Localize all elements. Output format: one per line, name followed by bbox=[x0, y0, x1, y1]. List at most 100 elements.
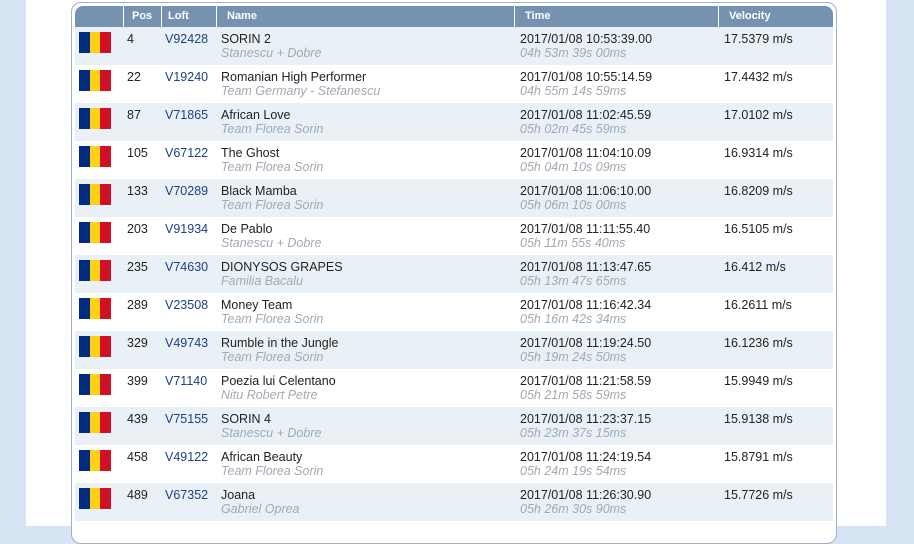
flag-stripe-yellow bbox=[89, 298, 101, 319]
flag-stripe-blue bbox=[79, 450, 90, 471]
arrival-time: 2017/01/08 11:19:24.50 bbox=[520, 336, 652, 350]
romania-flag-icon bbox=[79, 450, 112, 471]
page-container: Pos Loft Name Time Velocity 4 V92428 SORIN… bbox=[26, 0, 886, 544]
flag-stripe-blue bbox=[79, 70, 90, 91]
time-cell: 2017/01/08 10:53:39.00 04h 53m 39s 00ms bbox=[514, 27, 718, 65]
pigeon-name: DIONYSOS GRAPES bbox=[221, 260, 343, 274]
table-row[interactable]: 399 V71140 Poezia lui Celentano Nitu Robert… bbox=[75, 369, 833, 407]
velocity-cell: 15.9949 m/s bbox=[724, 374, 793, 388]
position-cell: 22 bbox=[127, 70, 141, 84]
loft-link[interactable]: V70289 bbox=[161, 179, 216, 217]
table-row[interactable]: 329 V49743 Rumble in the Jungle Team Florea… bbox=[75, 331, 833, 369]
flag-cell bbox=[75, 293, 123, 331]
flag-stripe-blue bbox=[79, 336, 90, 357]
loft-link[interactable]: V74630 bbox=[161, 255, 216, 293]
time-cell: 2017/01/08 11:04:10.09 05h 04m 10s 09ms bbox=[514, 141, 718, 179]
flag-stripe-blue bbox=[79, 298, 90, 319]
flight-duration: 04h 53m 39s 00ms bbox=[520, 46, 627, 60]
flag-stripe-red bbox=[100, 32, 112, 53]
loft-link[interactable]: V49122 bbox=[161, 445, 216, 483]
table-row[interactable]: 87 V71865 African Love Team Florea Sorin 201… bbox=[75, 103, 833, 141]
pigeon-name: Money Team bbox=[221, 298, 293, 312]
team-name: Team Florea Sorin bbox=[221, 350, 324, 364]
flag-stripe-red bbox=[100, 412, 112, 433]
romania-flag-icon bbox=[79, 336, 112, 357]
name-cell: The Ghost Team Florea Sorin bbox=[216, 141, 514, 179]
position-cell: 203 bbox=[127, 222, 148, 236]
table-row[interactable]: 4 V92428 SORIN 2 Stanescu + Dobre 2017/01/08… bbox=[75, 27, 833, 65]
flag-stripe-blue bbox=[79, 32, 90, 53]
flag-stripe-yellow bbox=[89, 260, 101, 281]
table-row[interactable]: 105 V67122 The Ghost Team Florea Sorin 2017/… bbox=[75, 141, 833, 179]
name-cell: Rumble in the Jungle Team Florea Sorin bbox=[216, 331, 514, 369]
loft-link[interactable]: V49743 bbox=[161, 331, 216, 369]
table-row[interactable]: 458 V49122 African Beauty Team Florea Sorin… bbox=[75, 445, 833, 483]
loft-link[interactable]: V91934 bbox=[161, 217, 216, 255]
flag-stripe-blue bbox=[79, 488, 90, 509]
team-name: Team Florea Sorin bbox=[221, 312, 324, 326]
header-pos[interactable]: Pos bbox=[123, 6, 161, 27]
pigeon-name: The Ghost bbox=[221, 146, 280, 160]
name-cell: DIONYSOS GRAPES Familia Bacalu bbox=[216, 255, 514, 293]
name-cell: Money Team Team Florea Sorin bbox=[216, 293, 514, 331]
flag-cell bbox=[75, 407, 123, 445]
table-row[interactable]: 489 V67352 Joana Gabriel Oprea 2017/01/08 11… bbox=[75, 483, 833, 521]
header-time[interactable]: Time bbox=[514, 6, 718, 27]
loft-link[interactable]: V71140 bbox=[161, 369, 216, 407]
time-cell: 2017/01/08 11:02:45.59 05h 02m 45s 59ms bbox=[514, 103, 718, 141]
loft-link[interactable]: V67122 bbox=[161, 141, 216, 179]
table-row[interactable]: 439 V75155 SORIN 4 Stanescu + Dobre 2017/01/… bbox=[75, 407, 833, 445]
flag-stripe-yellow bbox=[89, 374, 101, 395]
flight-duration: 05h 21m 58s 59ms bbox=[520, 388, 627, 402]
flag-stripe-blue bbox=[79, 374, 90, 395]
header-name[interactable]: Name bbox=[216, 6, 514, 27]
pigeon-name: Rumble in the Jungle bbox=[221, 336, 339, 350]
team-name: Team Florea Sorin bbox=[221, 198, 324, 212]
loft-link[interactable]: V23508 bbox=[161, 293, 216, 331]
table-row[interactable]: 133 V70289 Black Mamba Team Florea Sorin 201… bbox=[75, 179, 833, 217]
team-name: Team Florea Sorin bbox=[221, 160, 324, 174]
header-velocity[interactable]: Velocity bbox=[718, 6, 833, 27]
arrival-time: 2017/01/08 11:02:45.59 bbox=[520, 108, 652, 122]
flight-duration: 05h 13m 47s 65ms bbox=[520, 274, 627, 288]
velocity-cell: 15.8791 m/s bbox=[724, 450, 793, 464]
team-name: Stanescu + Dobre bbox=[221, 236, 322, 250]
arrival-time: 2017/01/08 11:11:55.40 bbox=[520, 222, 651, 236]
pigeon-name: Black Mamba bbox=[221, 184, 297, 198]
results-table: Pos Loft Name Time Velocity 4 V92428 SORIN… bbox=[75, 6, 833, 521]
flag-stripe-blue bbox=[79, 184, 90, 205]
loft-link[interactable]: V75155 bbox=[161, 407, 216, 445]
team-name: Gabriel Oprea bbox=[221, 502, 300, 516]
flag-stripe-yellow bbox=[89, 32, 101, 53]
loft-link[interactable]: V67352 bbox=[161, 483, 216, 521]
team-name: Nitu Robert Petre bbox=[221, 388, 318, 402]
position-cell: 458 bbox=[127, 450, 148, 464]
arrival-time: 2017/01/08 10:55:14.59 bbox=[520, 70, 653, 84]
romania-flag-icon bbox=[79, 146, 112, 167]
flag-stripe-yellow bbox=[89, 412, 101, 433]
loft-link[interactable]: V71865 bbox=[161, 103, 216, 141]
table-row[interactable]: 203 V91934 De Pablo Stanescu + Dobre 2017/01… bbox=[75, 217, 833, 255]
flight-duration: 05h 19m 24s 50ms bbox=[520, 350, 627, 364]
arrival-time: 2017/01/08 11:24:19.54 bbox=[520, 450, 652, 464]
table-body: 4 V92428 SORIN 2 Stanescu + Dobre 2017/01/08… bbox=[75, 27, 833, 521]
position-cell: 329 bbox=[127, 336, 148, 350]
flag-stripe-yellow bbox=[89, 70, 101, 91]
header-loft[interactable]: Loft bbox=[161, 6, 216, 27]
romania-flag-icon bbox=[79, 222, 112, 243]
flag-stripe-red bbox=[100, 260, 112, 281]
loft-link[interactable]: V19240 bbox=[161, 65, 216, 103]
romania-flag-icon bbox=[79, 184, 112, 205]
pigeon-name: Poezia lui Celentano bbox=[221, 374, 336, 388]
flag-stripe-blue bbox=[79, 222, 90, 243]
arrival-time: 2017/01/08 11:13:47.65 bbox=[520, 260, 652, 274]
flag-cell bbox=[75, 65, 123, 103]
flag-cell bbox=[75, 369, 123, 407]
loft-link[interactable]: V92428 bbox=[161, 27, 216, 65]
name-cell: SORIN 2 Stanescu + Dobre bbox=[216, 27, 514, 65]
table-row[interactable]: 22 V19240 Romanian High Performer Team Germ… bbox=[75, 65, 833, 103]
flag-cell bbox=[75, 331, 123, 369]
flag-stripe-yellow bbox=[89, 222, 101, 243]
table-row[interactable]: 235 V74630 DIONYSOS GRAPES Familia Bacalu 20… bbox=[75, 255, 833, 293]
table-row[interactable]: 289 V23508 Money Team Team Florea Sorin 2017… bbox=[75, 293, 833, 331]
